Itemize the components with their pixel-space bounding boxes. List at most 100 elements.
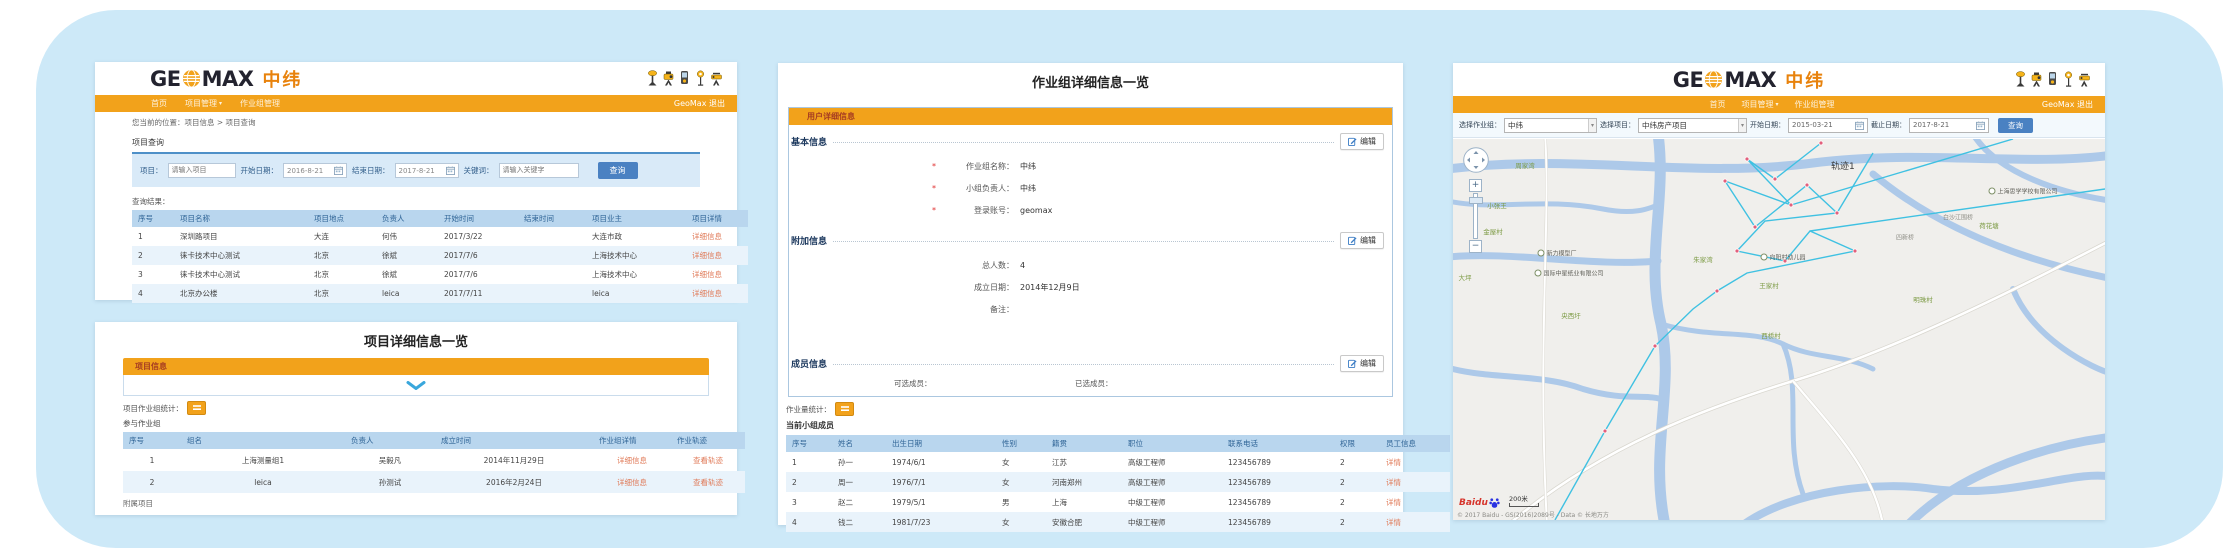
field-group-name: * 作业组名称： 中纬	[929, 161, 1392, 172]
table-cell: 上海	[1046, 492, 1122, 512]
table-cell: 大连市政	[586, 227, 686, 246]
field-label: 成立日期：	[936, 282, 1014, 293]
caret-down-icon: ▾	[219, 100, 222, 107]
table-link[interactable]: 详情	[1386, 518, 1401, 527]
table-link[interactable]: 详情	[1386, 498, 1401, 507]
table-link[interactable]: 详情	[1386, 478, 1401, 487]
search-button[interactable]: 查询	[598, 162, 638, 179]
column-header: 项目详情	[686, 210, 748, 227]
map-place-label: 朱家湾	[1693, 254, 1713, 264]
start-date-input[interactable]: 2016-8-21	[283, 163, 347, 178]
track-point-marker[interactable]	[1805, 183, 1809, 187]
column-header: 性别	[996, 435, 1046, 452]
field-founded-date: 成立日期： 2014年12月9日	[929, 282, 1392, 293]
logout-link[interactable]: GeoMax 退出	[2042, 99, 2093, 110]
track-point-marker[interactable]	[1715, 289, 1719, 293]
track-point-marker[interactable]	[1819, 141, 1823, 145]
table-cell: 钱二	[832, 512, 886, 532]
zoom-slider-handle[interactable]	[1469, 197, 1483, 204]
table-cell: 深圳路项目	[174, 227, 308, 246]
end-date-input[interactable]: 2017-8-21	[1909, 118, 1989, 133]
table-link[interactable]: 详细信息	[617, 456, 647, 465]
start-date-input[interactable]: 2015-03-21	[1788, 118, 1868, 133]
table-cell: 2014年11月29日	[435, 449, 593, 471]
track-point-marker[interactable]	[1723, 179, 1727, 183]
track-point-marker[interactable]	[1835, 211, 1839, 215]
table-cell: 2017/7/6	[438, 246, 518, 265]
total-station-icon	[2030, 71, 2043, 87]
table-row: 4钱二1981/7/23女安徽合肥中级工程师1234567892详情	[786, 512, 1450, 532]
project-info-bar[interactable]: 项目信息	[123, 358, 709, 375]
table-link[interactable]: 详细信息	[692, 232, 722, 241]
keyword-input[interactable]	[499, 163, 579, 178]
view-workload-button[interactable]	[835, 402, 854, 416]
project-select[interactable]: 中纬房产项目 ▾	[1638, 118, 1747, 133]
map-road-label: 白沙江围桥	[1943, 213, 1973, 222]
available-members-select[interactable]: 张一 ▾	[894, 396, 995, 397]
map-place-label: 王家村	[1759, 280, 1779, 290]
user-detail-bar[interactable]: 用户详细信息	[789, 108, 1392, 125]
end-date-value: 2017-8-21	[1913, 121, 1949, 129]
logo-text-cn: 中纬	[1785, 67, 1825, 93]
field-label: 作业组名称：	[936, 161, 1014, 172]
nav-project-mgmt[interactable]: 项目管理 ▾	[1741, 99, 1778, 110]
table-link[interactable]: 查看轨迹	[693, 478, 723, 487]
map-label-text: 向阳村幼儿园	[1769, 253, 1805, 262]
nav-project-mgmt-label: 项目管理	[1741, 99, 1773, 110]
project-select-label: 选择项目：	[1600, 120, 1635, 130]
collapse-toggle[interactable]	[123, 375, 709, 396]
end-date-input[interactable]: 2017-8-21	[395, 163, 459, 178]
zoom-out-button[interactable]: −	[1469, 240, 1482, 253]
map-search-button[interactable]: 查询	[1998, 118, 2033, 133]
table-link[interactable]: 查看轨迹	[693, 456, 723, 465]
app-header: GE MAX 中纬	[1453, 63, 2105, 96]
track-point-marker[interactable]	[1735, 249, 1739, 253]
nav-workgroup-mgmt[interactable]: 作业组管理	[240, 98, 280, 109]
table-cell: 123456789	[1222, 452, 1334, 472]
edit-extra-button[interactable]: 编辑	[1340, 232, 1384, 249]
view-stats-button[interactable]	[187, 401, 206, 415]
search-form: 项目： 开始日期： 2016-8-21 结束日期： 2017-8-21 关键词：…	[132, 152, 700, 187]
track-point-marker[interactable]	[1789, 203, 1793, 207]
nav-home[interactable]: 首页	[151, 98, 167, 109]
column-header: 籍贯	[1046, 435, 1122, 452]
table-cell: 详细信息	[686, 227, 748, 246]
edit-member-button[interactable]: 编辑	[1340, 355, 1384, 372]
logout-link[interactable]: GeoMax 退出	[674, 98, 725, 109]
data-controller-icon	[678, 70, 691, 86]
table-link[interactable]: 详细信息	[617, 478, 647, 487]
member-info-section: 成员信息 编辑	[791, 355, 1384, 372]
zoom-in-button[interactable]: +	[1469, 179, 1482, 192]
end-date-label: 截止日期：	[1871, 120, 1906, 130]
map-pan-control[interactable]	[1463, 147, 1489, 173]
start-date-label: 开始日期：	[1750, 120, 1785, 130]
nav-project-mgmt[interactable]: 项目管理 ▾	[185, 98, 222, 109]
workgroup-stats-row: 项目作业组统计：	[123, 401, 709, 415]
map-canvas[interactable]: 周家湾小张王金屋村大坪央西圩朱家湾王家村西桥村荷花塘明珠村新力模型厂国际中星纸业…	[1453, 139, 2105, 520]
nav-home[interactable]: 首页	[1709, 99, 1725, 110]
track-point-marker[interactable]	[1753, 225, 1757, 229]
track-point-marker[interactable]	[1653, 344, 1657, 348]
map-label-text: 小张王	[1487, 200, 1507, 210]
edit-label: 编辑	[1360, 136, 1376, 147]
edit-basic-button[interactable]: 编辑	[1340, 133, 1384, 150]
table-link[interactable]: 详细信息	[692, 270, 722, 279]
track-point-marker[interactable]	[1745, 157, 1749, 161]
track-point-marker[interactable]	[1773, 177, 1777, 181]
zoom-slider-track[interactable]	[1473, 193, 1478, 239]
workgroup-select[interactable]: 中纬 ▾	[1504, 118, 1597, 133]
project-input[interactable]	[168, 163, 236, 178]
geomax-logo: GE MAX 中纬	[150, 66, 302, 92]
nav-workgroup-mgmt[interactable]: 作业组管理	[1795, 99, 1835, 110]
table-link[interactable]: 详情	[1386, 458, 1401, 467]
track-point-marker[interactable]	[1603, 429, 1607, 433]
track-point-marker[interactable]	[1853, 249, 1857, 253]
chosen-members-select[interactable]: 孙一 ▾	[1075, 396, 1176, 397]
table-cell: 2	[1334, 512, 1380, 532]
extra-info-section: 附加信息 编辑	[791, 232, 1384, 249]
table-link[interactable]: 详细信息	[692, 251, 722, 260]
table-link[interactable]: 详细信息	[692, 289, 722, 298]
map-window: GE MAX 中纬 首页 项目管理 ▾ 作业组管理 GeoMax 退出 选择作业…	[1453, 63, 2105, 520]
prism-icon	[2062, 71, 2075, 87]
dotted-divider	[833, 141, 1334, 143]
